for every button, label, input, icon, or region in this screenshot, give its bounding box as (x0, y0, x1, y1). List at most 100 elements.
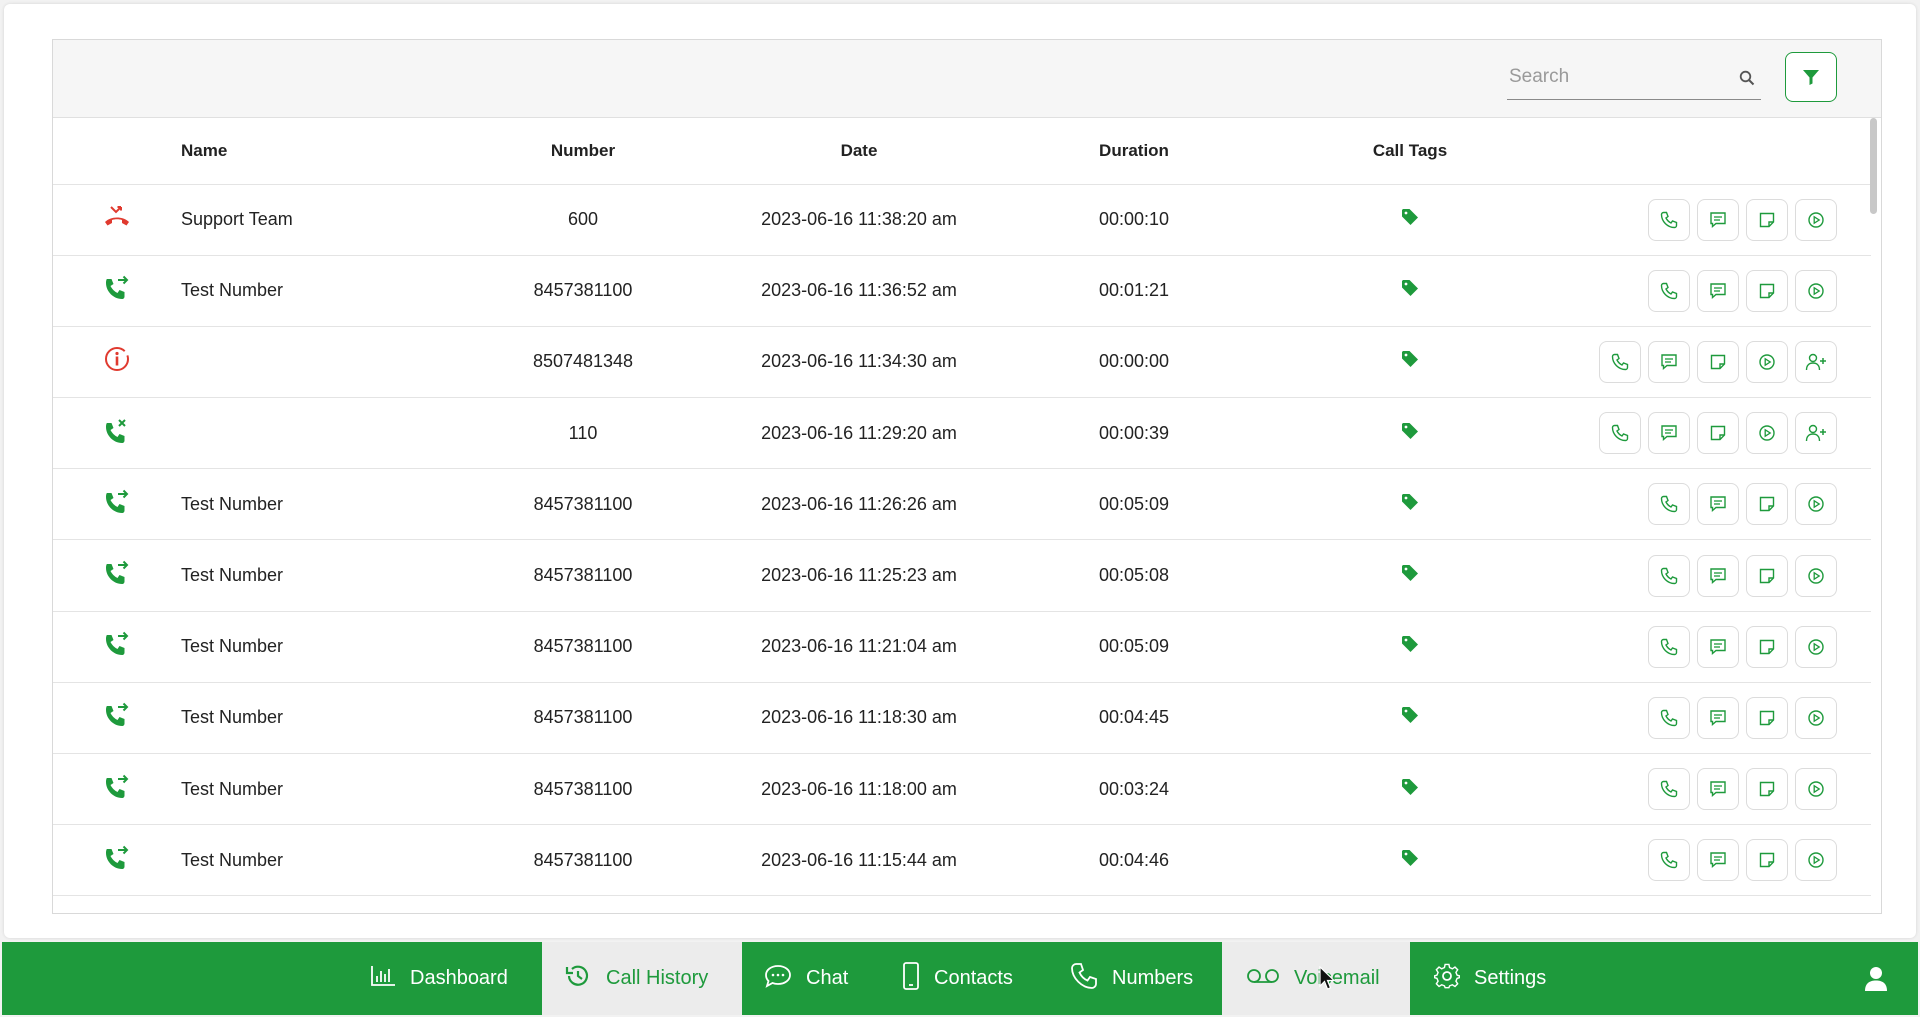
call-button[interactable] (1648, 768, 1690, 811)
table-row[interactable]: 110 2023-06-16 11:29:20 am 00:00:39 (53, 398, 1871, 469)
note-button[interactable] (1746, 625, 1788, 668)
row-actions (1648, 839, 1837, 882)
phone-icon (1660, 211, 1678, 229)
profile-button[interactable] (1864, 966, 1888, 997)
play-recording-button[interactable] (1795, 198, 1837, 241)
search-input[interactable] (1507, 58, 1727, 96)
play-recording-button[interactable] (1795, 625, 1837, 668)
call-button[interactable] (1648, 483, 1690, 526)
call-button[interactable] (1599, 412, 1641, 455)
message-button[interactable] (1697, 839, 1739, 882)
play-recording-button[interactable] (1795, 696, 1837, 739)
play-recording-button[interactable] (1795, 483, 1837, 526)
tag-icon[interactable] (1401, 564, 1419, 587)
table-row[interactable]: 8507481348 2023-06-16 11:34:30 am 00:00:… (53, 326, 1871, 398)
tag-icon[interactable] (1401, 706, 1419, 729)
note-button[interactable] (1746, 269, 1788, 312)
message-button[interactable] (1697, 696, 1739, 739)
message-button[interactable] (1648, 412, 1690, 455)
message-icon (1660, 424, 1678, 442)
note-icon (1758, 709, 1776, 727)
table-row[interactable]: Test Number 8457381100 2023-06-16 11:21:… (53, 611, 1871, 683)
play-recording-button[interactable] (1746, 412, 1788, 455)
scrollbar-thumb[interactable] (1870, 118, 1877, 214)
add-user-icon (1805, 424, 1827, 442)
note-button[interactable] (1746, 696, 1788, 739)
play-recording-button[interactable] (1795, 768, 1837, 811)
tag-icon[interactable] (1401, 279, 1419, 302)
row-actions (1648, 554, 1837, 597)
tag-icon[interactable] (1401, 635, 1419, 658)
call-tags-cell (1239, 326, 1581, 397)
tag-icon[interactable] (1401, 422, 1419, 445)
header-number[interactable]: Number (477, 118, 689, 184)
header-call-tags[interactable]: Call Tags (1239, 118, 1581, 184)
duration-cell: 00:05:09 (1098, 636, 1170, 657)
table-header-row: Name Number Date Duration Call Tags (53, 118, 1871, 184)
table-row[interactable]: Support Team 600 2023-06-16 11:38:20 am … (53, 184, 1871, 256)
nav-call-history[interactable]: Call History (542, 942, 742, 1015)
table-row[interactable]: Test Number 8457381100 2023-06-16 11:15:… (53, 825, 1871, 896)
message-button[interactable] (1697, 198, 1739, 241)
header-duration[interactable]: Duration (1029, 118, 1239, 184)
play-recording-button[interactable] (1795, 839, 1837, 882)
add-contact-button[interactable] (1795, 340, 1837, 383)
tag-icon[interactable] (1401, 350, 1419, 373)
play-recording-button[interactable] (1795, 269, 1837, 312)
call-button[interactable] (1648, 554, 1690, 597)
tag-icon[interactable] (1401, 493, 1419, 516)
phone-icon (1660, 638, 1678, 656)
search-icon[interactable] (1739, 70, 1755, 91)
call-button[interactable] (1648, 625, 1690, 668)
note-button[interactable] (1746, 483, 1788, 526)
name-cell: Test Number (181, 493, 284, 514)
note-button[interactable] (1746, 198, 1788, 241)
actions-cell (1581, 469, 1871, 540)
play-recording-button[interactable] (1746, 340, 1788, 383)
call-button[interactable] (1648, 696, 1690, 739)
nav-dashboard[interactable]: Dashboard (366, 942, 542, 1015)
date-cell: 2023-06-16 11:21:04 am (761, 636, 957, 657)
call-button[interactable] (1599, 340, 1641, 383)
add-contact-button[interactable] (1795, 412, 1837, 455)
nav-voicemail[interactable]: Voicemail (1222, 942, 1410, 1015)
call-button[interactable] (1648, 839, 1690, 882)
table-row[interactable]: Test Number 8457381100 2023-06-16 11:18:… (53, 754, 1871, 825)
nav-settings[interactable]: Settings (1410, 942, 1580, 1015)
phone-icon (1660, 567, 1678, 585)
note-button[interactable] (1746, 554, 1788, 597)
nav-numbers[interactable]: Numbers (1052, 942, 1222, 1015)
call-button[interactable] (1648, 269, 1690, 312)
call-status-cell (53, 611, 181, 682)
header-date[interactable]: Date (689, 118, 1029, 184)
message-button[interactable] (1697, 483, 1739, 526)
tag-icon[interactable] (1401, 849, 1419, 872)
outgoing-call-icon (103, 702, 131, 733)
table-row[interactable]: Test Number 8457381100 2023-06-16 11:18:… (53, 682, 1871, 754)
duration-cell: 00:04:46 (1098, 849, 1170, 870)
table-row[interactable]: Test Number 8457381100 2023-06-16 11:26:… (53, 469, 1871, 540)
table-row[interactable]: Test Number 8457381100 2023-06-16 11:25:… (53, 540, 1871, 612)
nav-label: Numbers (1112, 967, 1194, 989)
tag-icon[interactable] (1401, 778, 1419, 801)
message-button[interactable] (1697, 768, 1739, 811)
play-recording-button[interactable] (1795, 554, 1837, 597)
table-row[interactable]: Test Number 8457381100 2023-06-16 11:36:… (53, 255, 1871, 327)
note-button[interactable] (1746, 768, 1788, 811)
table-scroll-area[interactable]: Name Number Date Duration Call Tags Supp… (53, 118, 1881, 913)
nav-chat[interactable]: Chat (742, 942, 882, 1015)
message-button[interactable] (1697, 269, 1739, 312)
message-button[interactable] (1697, 625, 1739, 668)
header-name[interactable]: Name (181, 118, 477, 184)
message-icon (1709, 638, 1727, 656)
note-button[interactable] (1697, 412, 1739, 455)
nav-contacts[interactable]: Contacts (882, 942, 1052, 1015)
message-button[interactable] (1697, 554, 1739, 597)
call-button[interactable] (1648, 198, 1690, 241)
note-button[interactable] (1746, 839, 1788, 882)
note-button[interactable] (1697, 340, 1739, 383)
message-button[interactable] (1648, 340, 1690, 383)
tag-icon[interactable] (1401, 208, 1419, 231)
actions-cell (1581, 398, 1871, 469)
filter-button[interactable] (1785, 52, 1837, 102)
